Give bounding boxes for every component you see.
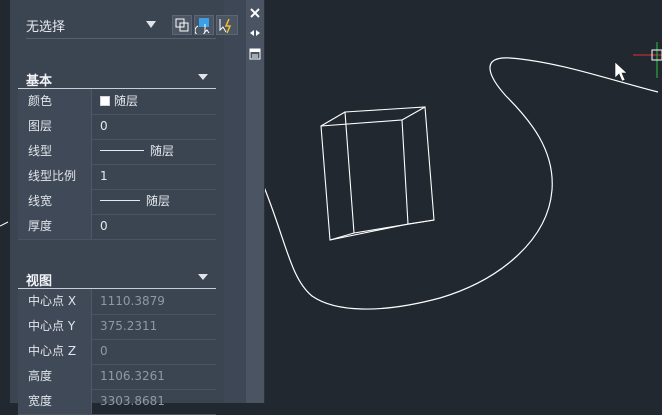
row-linetype-scale[interactable]: 线型比例 1 xyxy=(18,164,216,190)
lineweight-sample xyxy=(100,200,140,201)
row-value[interactable]: 随层 xyxy=(100,89,138,114)
row-label: 线型比例 xyxy=(18,164,92,189)
section-basic-title: 基本 xyxy=(26,74,53,89)
row-label: 线型 xyxy=(18,139,92,164)
row-width[interactable]: 宽度 3303.8681 xyxy=(18,389,216,415)
toggle-pickadd-icon xyxy=(175,18,189,32)
row-color[interactable]: 颜色 随层 xyxy=(18,89,216,115)
row-linetype[interactable]: 线型 随层 xyxy=(18,139,216,165)
properties-panel: 无选择 基本 颜色 随层 图层 0 线型 随层 线型比例 1 线宽 随层 厚度 … xyxy=(10,0,238,415)
color-swatch-icon xyxy=(100,96,110,106)
selection-dropdown[interactable]: 无选择 xyxy=(18,12,238,39)
section-basic[interactable]: 基本 xyxy=(18,66,216,89)
row-value[interactable]: 0 xyxy=(100,114,108,139)
collapse-triangle-icon xyxy=(198,74,208,80)
row-value: 1110.3879 xyxy=(100,294,165,308)
row-layer[interactable]: 图层 0 xyxy=(18,114,216,140)
section-view[interactable]: 视图 xyxy=(18,266,216,289)
auto-hide-icon[interactable] xyxy=(249,27,261,39)
row-label: 线宽 xyxy=(18,189,92,214)
close-icon[interactable] xyxy=(249,7,261,19)
selection-value: 无选择 xyxy=(26,20,66,35)
properties-icon[interactable] xyxy=(249,48,261,60)
select-objects-icon xyxy=(194,18,210,37)
row-value[interactable]: 1 xyxy=(100,164,108,189)
row-height[interactable]: 高度 1106.3261 xyxy=(18,364,216,390)
row-center-x[interactable]: 中心点 X 1110.3879 xyxy=(18,289,216,315)
row-label: 宽度 xyxy=(18,389,92,414)
palette-title-strip[interactable] xyxy=(246,0,264,403)
row-thickness[interactable]: 厚度 0 xyxy=(18,214,216,240)
section-view-title: 视图 xyxy=(26,274,53,289)
row-label: 颜色 xyxy=(18,89,92,114)
row-value: 375.2311 xyxy=(100,319,158,333)
row-label: 厚度 xyxy=(18,214,92,239)
row-value[interactable]: 随层 xyxy=(100,139,174,164)
row-label: 中心点 Z xyxy=(18,339,92,364)
chevron-down-icon xyxy=(146,21,156,28)
row-label: 中心点 Y xyxy=(18,314,92,339)
row-value: 3303.8681 xyxy=(100,394,165,408)
row-label: 高度 xyxy=(18,364,92,389)
select-objects-button[interactable] xyxy=(194,15,214,37)
toggle-pickadd-button[interactable] xyxy=(172,15,192,35)
quick-select-icon xyxy=(219,18,232,34)
row-value[interactable]: 随层 xyxy=(100,189,170,214)
row-center-z[interactable]: 中心点 Z 0 xyxy=(18,339,216,365)
quick-select-button[interactable] xyxy=(216,15,238,35)
selection-divider xyxy=(26,38,216,39)
row-label: 图层 xyxy=(18,114,92,139)
row-value: 0 xyxy=(100,344,108,358)
row-lineweight[interactable]: 线宽 随层 xyxy=(18,189,216,215)
row-value[interactable]: 0 xyxy=(100,214,108,239)
collapse-triangle-icon xyxy=(198,274,208,280)
linetype-sample xyxy=(100,150,144,151)
row-center-y[interactable]: 中心点 Y 375.2311 xyxy=(18,314,216,340)
row-label: 中心点 X xyxy=(18,289,92,314)
properties-palette: 无选择 基本 颜色 随层 图层 0 线型 随层 线型比例 1 线宽 随层 厚度 … xyxy=(10,0,265,415)
row-value: 1106.3261 xyxy=(100,369,165,383)
